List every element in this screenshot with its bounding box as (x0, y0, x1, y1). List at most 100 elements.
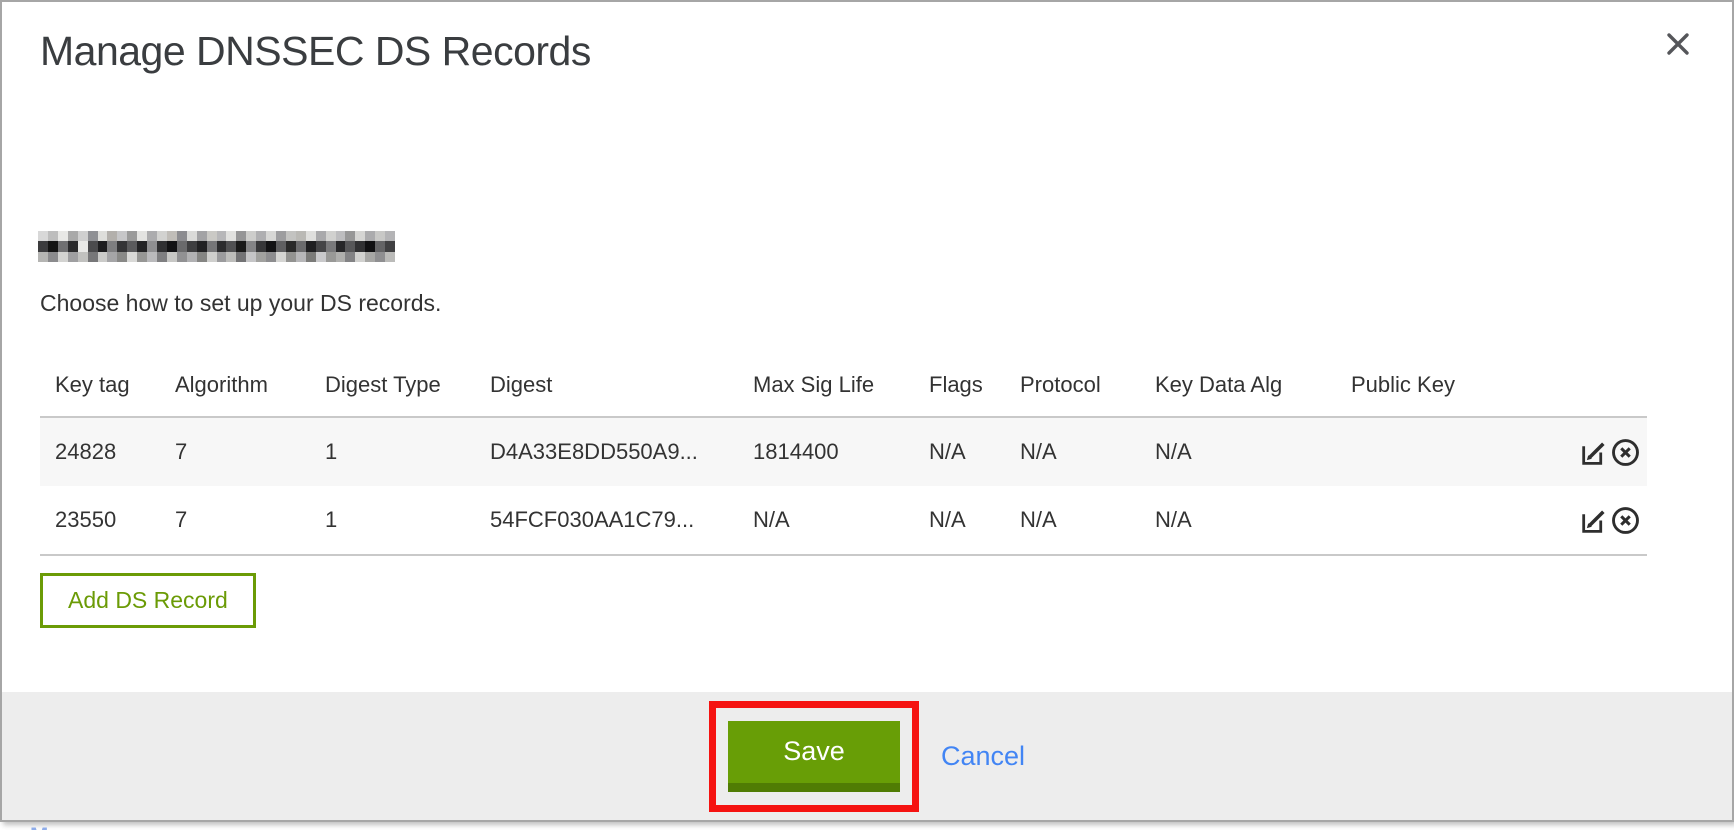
edit-record-icon[interactable] (1578, 505, 1609, 536)
domain-pixel (236, 241, 246, 251)
domain-pixel (197, 241, 207, 251)
domain-pixel (276, 252, 286, 262)
domain-pixel (117, 252, 127, 262)
delete-record-icon[interactable] (1610, 437, 1641, 468)
domain-pixel (177, 241, 187, 251)
ds-record-row: 235507154FCF030AA1C79...N/AN/AN/AN/A (40, 486, 1647, 555)
column-header: Max Sig Life (753, 358, 929, 417)
domain-pixel (236, 252, 246, 262)
domain-pixel (385, 252, 395, 262)
record-cell: 23550 (40, 486, 175, 555)
domain-pixel (107, 252, 117, 262)
domain-pixel (58, 231, 68, 241)
domain-pixel (256, 231, 266, 241)
ds-record-row: 2482871D4A33E8DD550A9...1814400N/AN/AN/A (40, 417, 1647, 486)
domain-pixel (217, 241, 227, 251)
domain-pixel (98, 231, 108, 241)
domain-pixel (345, 231, 355, 241)
domain-pixel (167, 252, 177, 262)
cancel-link[interactable]: Cancel (941, 741, 1025, 772)
domain-pixel (48, 252, 58, 262)
column-header: Digest (490, 358, 753, 417)
domain-pixel (256, 241, 266, 251)
domain-pixel (187, 231, 197, 241)
column-header: Key Data Alg (1155, 358, 1351, 417)
domain-pixel (226, 231, 236, 241)
domain-pixel (276, 231, 286, 241)
domain-pixel (355, 231, 365, 241)
domain-pixel (38, 252, 48, 262)
domain-pixel (58, 241, 68, 251)
intro-text: Choose how to set up your DS records. (40, 290, 441, 317)
domain-pixel (266, 231, 276, 241)
delete-record-icon[interactable] (1610, 505, 1641, 536)
domain-pixel (326, 252, 336, 262)
domain-pixel (316, 241, 326, 251)
domain-pixel (217, 252, 227, 262)
dialog-title: Manage DNSSEC DS Records (40, 28, 591, 75)
record-cell: 7 (175, 486, 325, 555)
record-cell: N/A (1155, 417, 1351, 486)
domain-pixel (107, 241, 117, 251)
artifact-glyph: M (30, 824, 70, 830)
domain-pixel (137, 231, 147, 241)
record-cell: 1 (325, 486, 490, 555)
domain-pixel (68, 231, 78, 241)
domain-pixel (177, 252, 187, 262)
domain-pixel (266, 252, 276, 262)
domain-pixel (147, 252, 157, 262)
save-button[interactable]: Save (728, 721, 900, 792)
column-header: Key tag (40, 358, 175, 417)
domain-pixel (117, 241, 127, 251)
column-header: Digest Type (325, 358, 490, 417)
edit-record-icon[interactable] (1578, 437, 1609, 468)
domain-pixel (306, 252, 316, 262)
domain-pixel (256, 252, 266, 262)
domain-pixel (127, 231, 137, 241)
domain-pixel (38, 241, 48, 251)
domain-pixel (58, 252, 68, 262)
domain-pixel (78, 252, 88, 262)
domain-pixel (187, 241, 197, 251)
record-cell: N/A (1020, 417, 1155, 486)
domain-pixel (167, 231, 177, 241)
domain-pixel (355, 252, 365, 262)
record-cell: 7 (175, 417, 325, 486)
domain-pixel (336, 252, 346, 262)
domain-pixel (296, 252, 306, 262)
record-cell (1351, 417, 1575, 486)
domain-pixel (127, 252, 137, 262)
domain-pixel (117, 231, 127, 241)
domain-pixel (48, 231, 58, 241)
domain-pixel (246, 252, 256, 262)
domain-pixel (326, 231, 336, 241)
domain-pixel (296, 241, 306, 251)
domain-pixel (286, 241, 296, 251)
column-header: Public Key (1351, 358, 1575, 417)
domain-pixel (375, 241, 385, 251)
domain-pixel (355, 241, 365, 251)
record-cell: 1814400 (753, 417, 929, 486)
domain-pixel (286, 252, 296, 262)
close-button[interactable] (1664, 30, 1692, 58)
column-header: Algorithm (175, 358, 325, 417)
record-cell: 24828 (40, 417, 175, 486)
page-behind-artifact: M (30, 824, 70, 830)
domain-pixel (276, 241, 286, 251)
domain-pixel (98, 252, 108, 262)
domain-pixel (266, 241, 276, 251)
domain-pixel (226, 241, 236, 251)
ds-records-table: Key tagAlgorithmDigest TypeDigestMax Sig… (40, 358, 1647, 556)
ds-table-body: 2482871D4A33E8DD550A9...1814400N/AN/AN/A… (40, 417, 1647, 555)
domain-pixel (167, 241, 177, 251)
domain-pixel (336, 231, 346, 241)
domain-pixel (226, 252, 236, 262)
domain-pixel (375, 231, 385, 241)
column-header-actions (1575, 358, 1647, 417)
domain-pixel (316, 231, 326, 241)
close-icon (1664, 46, 1692, 61)
record-cell: N/A (1155, 486, 1351, 555)
add-ds-record-button[interactable]: Add DS Record (40, 573, 256, 628)
domain-pixel (345, 252, 355, 262)
domain-pixel (207, 231, 217, 241)
